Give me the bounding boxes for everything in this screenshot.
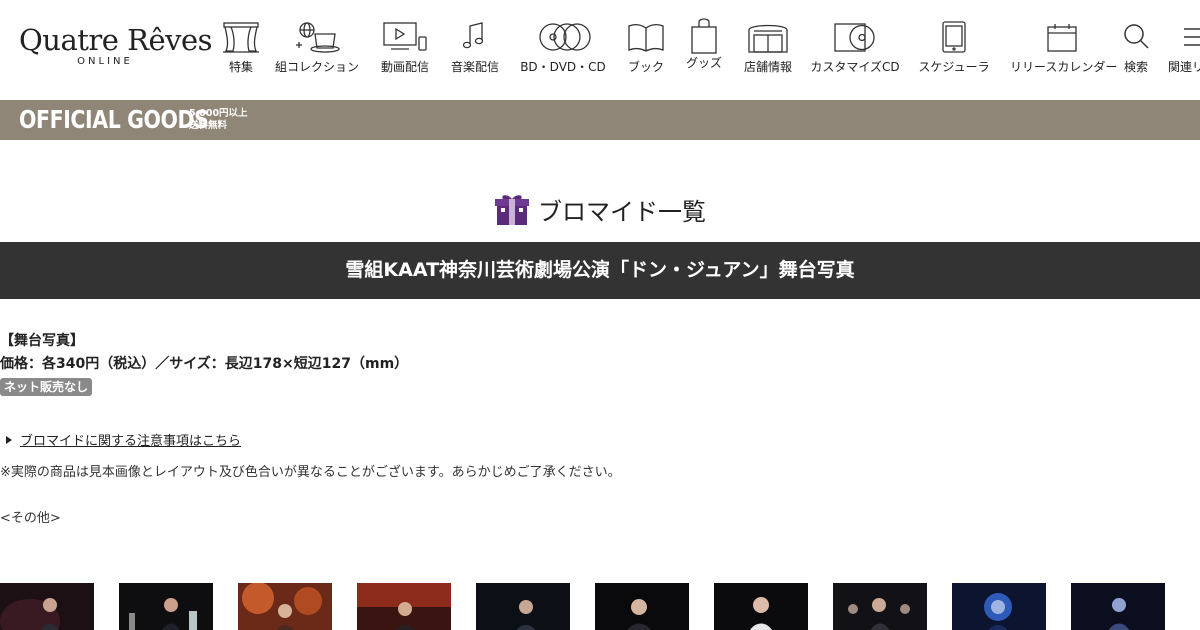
nav-label: 関連リ	[1168, 60, 1200, 74]
page-heading-title: ブロマイド一覧	[538, 198, 706, 226]
search-icon	[1124, 24, 1149, 49]
stage-photo-thumbnail[interactable]	[357, 583, 451, 630]
nav-item-custom-cd[interactable]: カスタマイズCD	[810, 20, 900, 80]
nav-label: リリースカレンダー	[1010, 60, 1118, 74]
product-title: 雪組KAAT神奈川芸術劇場公演「ドン・ジュアン」舞台写真	[345, 259, 855, 281]
nav-label: 検索	[1123, 60, 1148, 74]
nav-label: カスタマイズCD	[810, 60, 900, 74]
disclaimer-text: ※実際の商品は見本画像とレイアウト及び色合いが異なることがございます。あらかじめ…	[0, 465, 621, 480]
section-other-label: <その他>	[0, 511, 61, 526]
nav-item-store[interactable]: 店舗情報	[740, 20, 796, 80]
nav-item-scheduler[interactable]: スケジューラ	[914, 20, 994, 80]
nav-item-release-calendar[interactable]: リリースカレンダー	[1010, 20, 1118, 80]
nav-label: 特集	[228, 60, 253, 74]
video-screen-icon	[383, 22, 427, 51]
product-info: 【舞台写真】 価格：各340円（税込）／サイズ：長辺178×短辺127（mm） …	[0, 330, 1200, 396]
global-nav: 特集 組コレクション 動画配信 音楽配信 BD・DVD・CD ブック グッズ 店…	[0, 0, 1200, 100]
stage-photo-thumbnail[interactable]	[476, 583, 570, 630]
free-shipping-label: 送料無料	[189, 120, 228, 131]
music-note-icon	[462, 22, 484, 49]
page-heading: ブロマイド一覧	[0, 192, 1200, 232]
nav-label: 店舗情報	[743, 60, 792, 74]
theater-curtain-icon	[223, 22, 259, 53]
nav-item-search[interactable]: 検索	[1118, 20, 1154, 80]
stage-photo-thumbnail[interactable]	[595, 583, 689, 630]
price-size-text: 価格：各340円（税込）／サイズ：長辺178×短辺127（mm）	[0, 356, 409, 372]
top-hat-globe-icon	[296, 22, 340, 53]
nav-item-video[interactable]: 動画配信	[377, 20, 433, 80]
official-goods-title: OFFICIAL GOODS	[19, 105, 209, 134]
book-icon	[628, 24, 664, 52]
nav-item-feature[interactable]: 特集	[220, 20, 262, 80]
stage-photo-thumbnail[interactable]	[714, 583, 808, 630]
stage-photo-thumbnail[interactable]	[952, 583, 1046, 630]
stage-photo-thumbnail[interactable]	[119, 583, 213, 630]
cd-case-icon	[834, 23, 875, 52]
thumbnail-grid	[0, 583, 1200, 630]
tablet-icon	[942, 21, 966, 53]
stage-photo-thumbnail[interactable]	[1071, 583, 1165, 630]
nav-label: グッズ	[685, 56, 722, 70]
shopping-bag-icon	[691, 18, 717, 54]
no-online-sale-badge: ネット販売なし	[0, 378, 93, 396]
bromide-notice-link[interactable]: ブロマイドに関する注意事項はこちら	[20, 430, 241, 449]
stage-photo-thumbnail[interactable]	[238, 583, 332, 630]
notice-link-row[interactable]: ブロマイドに関する注意事項はこちら	[6, 430, 241, 449]
menu-icon	[1184, 28, 1200, 46]
nav-item-music[interactable]: 音楽配信	[449, 20, 501, 80]
free-shipping-threshold: 5,000円以上	[189, 108, 248, 119]
gift-box-icon	[495, 194, 529, 225]
triangle-right-icon	[6, 435, 12, 444]
nav-item-related[interactable]: 関連リ	[1168, 20, 1200, 80]
nav-label: BD・DVD・CD	[520, 60, 606, 74]
nav-label: ブック	[627, 60, 664, 74]
site-header: Quatre Rêves ONLINE 特集 組コレクション 動画配信 音楽配信…	[0, 0, 1200, 100]
nav-item-discs[interactable]: BD・DVD・CD	[518, 20, 608, 80]
official-goods-banner[interactable]: OFFICIAL GOODS 5,000円以上 送料無料	[0, 100, 1200, 140]
nav-label: スケジューラ	[918, 60, 990, 74]
nav-label: 動画配信	[380, 60, 429, 74]
store-icon	[748, 24, 788, 53]
calendar-icon	[1047, 24, 1077, 52]
discs-icon	[539, 23, 591, 51]
stage-photo-thumbnail[interactable]	[0, 583, 94, 630]
free-shipping-note: 5,000円以上 送料無料	[189, 108, 248, 132]
product-title-bar: 雪組KAAT神奈川芸術劇場公演「ドン・ジュアン」舞台写真	[0, 242, 1200, 299]
nav-item-book[interactable]: ブック	[624, 20, 668, 80]
stage-photo-thumbnail[interactable]	[833, 583, 927, 630]
nav-label: 組コレクション	[274, 60, 359, 74]
nav-label: 音楽配信	[450, 60, 499, 74]
nav-item-goods[interactable]: グッズ	[684, 18, 724, 80]
nav-item-collection[interactable]: 組コレクション	[274, 20, 360, 80]
category-label: 【舞台写真】	[0, 333, 84, 349]
